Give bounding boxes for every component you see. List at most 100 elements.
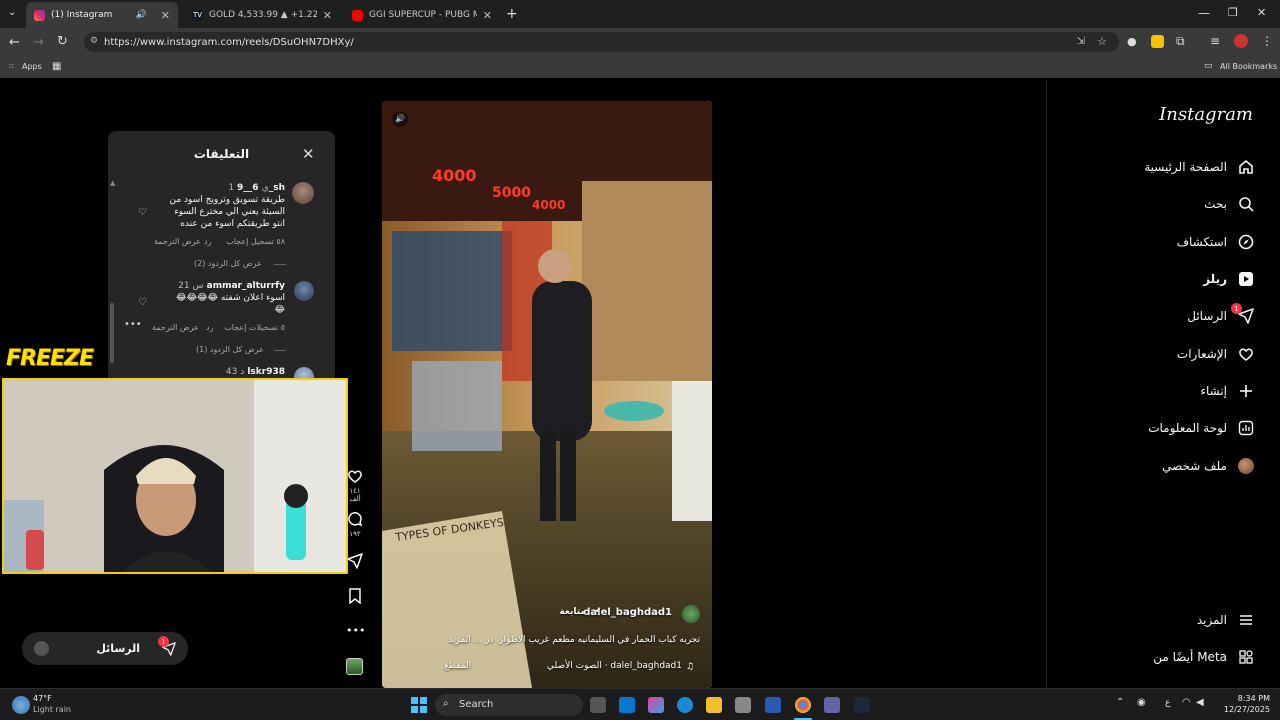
teams-icon[interactable] <box>824 697 840 713</box>
nav-dashboard[interactable]: لوحة المعلومات <box>1148 416 1255 440</box>
comment-like-heart-icon[interactable]: ♡ <box>138 207 147 218</box>
nav-reels[interactable]: ريلز <box>1203 267 1255 291</box>
outlook-icon[interactable] <box>619 697 635 713</box>
nav-notifications[interactable]: الإشعارات <box>1177 342 1255 366</box>
tray-chevron-icon[interactable]: ⌃ <box>1116 697 1124 708</box>
comment-like-heart-icon[interactable]: ♡ <box>138 297 147 308</box>
reload-icon[interactable]: ↻ <box>57 35 68 48</box>
comment-avatar[interactable] <box>294 281 314 301</box>
clock-time[interactable]: 8:34 PM <box>1222 694 1270 703</box>
follow-button[interactable]: متابعة <box>559 607 586 617</box>
nav-profile[interactable]: ملف شخصي <box>1162 454 1255 478</box>
extensions-puzzle-icon[interactable]: ⧉ <box>1176 35 1185 47</box>
comment-avatar[interactable] <box>294 367 314 378</box>
comment-avatar[interactable] <box>292 182 314 204</box>
restore-icon[interactable]: ❐ <box>1228 7 1238 18</box>
reel-video[interactable]: TYPES OF DONKEYS 4000 5000 4000 🔊 dalel_… <box>382 101 712 688</box>
audio-track[interactable]: dalel_baghdad1 · الصوت الأصلي <box>547 661 682 671</box>
install-app-icon[interactable]: ⇲ <box>1077 36 1085 47</box>
like-heart-icon[interactable] <box>346 468 364 488</box>
apps-grid-icon[interactable]: ⁙ <box>8 62 15 71</box>
tab-close-icon[interactable]: ✕ <box>323 9 332 22</box>
weather-icon[interactable] <box>12 696 30 714</box>
nav-home[interactable]: الصفحة الرئيسية <box>1144 155 1255 179</box>
extension-dollar-icon[interactable] <box>1151 35 1164 48</box>
nav-label: ملف شخصي <box>1162 459 1227 473</box>
all-bookmarks[interactable]: All Bookmarks <box>1220 62 1277 71</box>
clock-date[interactable]: 12/27/2025 <box>1222 705 1270 714</box>
store-icon[interactable] <box>735 697 751 713</box>
nav-explore[interactable]: استكشاف <box>1177 230 1255 254</box>
scroll-up-icon[interactable]: ▲ <box>110 179 115 187</box>
instagram-logo[interactable]: Instagram <box>1159 104 1253 125</box>
tab-close-icon[interactable]: ✕ <box>483 9 492 22</box>
bookmark-star-icon[interactable]: ☆ <box>1097 35 1107 48</box>
minimize-icon[interactable]: — <box>1198 7 1210 19</box>
discord-tray-icon[interactable]: ◉ <box>1137 697 1146 708</box>
comment-icon[interactable] <box>346 511 364 531</box>
address-bar[interactable]: ⚙ https://www.instagram.com/reels/DSuOHN… <box>84 32 1119 52</box>
file-explorer-icon[interactable] <box>706 697 722 713</box>
comment-username[interactable]: ammar_alturrfy <box>207 281 285 291</box>
profile-avatar[interactable] <box>1234 34 1248 48</box>
comment-text-line: السيئة يعني الي مخترع السوء <box>174 207 285 217</box>
share-send-icon[interactable] <box>346 553 364 573</box>
comment-likes[interactable]: ٥٨ تسجيل إعجاب <box>226 237 285 246</box>
chrome-icon[interactable] <box>795 697 811 713</box>
messages-pill-badge: 1 <box>158 636 169 647</box>
nav-create[interactable]: إنشاء <box>1200 379 1255 403</box>
messages-pill[interactable]: الرسائل 1 <box>22 632 188 665</box>
speaker-icon[interactable]: 🔊 <box>392 111 408 127</box>
windows-start-icon[interactable] <box>411 697 427 713</box>
extension-circle-icon[interactable]: ● <box>1127 36 1137 47</box>
tab-search-chevron-icon[interactable]: ⌄ <box>8 8 16 18</box>
wifi-icon[interactable]: ◠ <box>1182 697 1191 708</box>
new-tab-button[interactable]: + <box>506 7 518 21</box>
tab-instagram[interactable]: (1) Instagram 🔊 ✕ <box>26 2 178 28</box>
volume-icon[interactable]: ◀ <box>1196 697 1204 708</box>
author-avatar[interactable] <box>682 605 700 623</box>
edge-icon[interactable] <box>677 697 693 713</box>
site-info-icon[interactable]: ⚙ <box>90 36 98 46</box>
close-icon[interactable]: ✕ <box>302 145 315 163</box>
language-indicator[interactable]: ع <box>1165 698 1170 708</box>
save-bookmark-icon[interactable] <box>346 588 364 608</box>
comments-title: التعليقات <box>193 147 250 161</box>
nav-meta[interactable]: أيضًا من Meta <box>1153 645 1255 669</box>
window-close-icon[interactable]: ✕ <box>1257 7 1266 18</box>
taskbar-search[interactable]: ⌕ Search <box>435 694 583 716</box>
comment-reply[interactable]: رد <box>206 323 213 332</box>
tab-pubg[interactable]: GGI SUPERCUP - PUBG Mobile ✕ <box>344 2 500 28</box>
security-shield-icon[interactable] <box>765 697 781 713</box>
view-replies[interactable]: عرض كل الردود (1) <box>196 345 264 354</box>
comment-translate[interactable]: عرض الترجمة <box>152 323 199 332</box>
tab-close-icon[interactable]: ✕ <box>161 9 170 22</box>
tab-audio-icon[interactable]: 🔊 <box>136 10 147 20</box>
reel-caption[interactable]: تجربه كباب الحمار في السليمانيه مطعم غري… <box>448 635 700 645</box>
comment-likes[interactable]: ٥ تسجيلات إعجاب <box>224 323 285 332</box>
nav-messages[interactable]: الرسائل 1 <box>1187 303 1255 328</box>
weather-desc[interactable]: Light rain <box>33 705 71 714</box>
tab-groups-icon[interactable]: ▦ <box>52 61 61 72</box>
tab-gold[interactable]: TV GOLD 4,533.99 ▲ +1.22% Unna ✕ <box>184 2 340 28</box>
comment-translate[interactable]: عرض الترجمة <box>154 237 201 246</box>
nav-search[interactable]: بحث <box>1204 192 1255 216</box>
nav-more[interactable]: المزيد <box>1197 608 1255 632</box>
forward-icon[interactable]: → <box>33 36 44 49</box>
back-icon[interactable]: ← <box>9 36 20 49</box>
comments-scrollbar[interactable] <box>110 303 114 363</box>
more-options-icon[interactable]: ••• <box>346 624 365 637</box>
audio-thumbnail[interactable] <box>346 658 363 675</box>
weather-temp[interactable]: 47°F <box>33 694 52 703</box>
task-view-icon[interactable] <box>590 697 606 713</box>
steam-icon[interactable] <box>854 697 870 713</box>
comment-options-icon[interactable]: ••• <box>124 319 142 330</box>
comment-reply[interactable]: رد <box>204 237 211 246</box>
bookmark-apps[interactable]: Apps <box>22 62 42 71</box>
media-controls-icon[interactable]: ≡ <box>1210 35 1220 47</box>
view-replies[interactable]: عرض كل الردود (2) <box>194 259 262 268</box>
copilot-icon[interactable] <box>648 697 664 713</box>
clip-label[interactable]: المقطع <box>444 661 471 671</box>
comment-username[interactable]: lskr938 <box>247 367 285 377</box>
browser-menu-icon[interactable]: ⋮ <box>1261 35 1273 47</box>
